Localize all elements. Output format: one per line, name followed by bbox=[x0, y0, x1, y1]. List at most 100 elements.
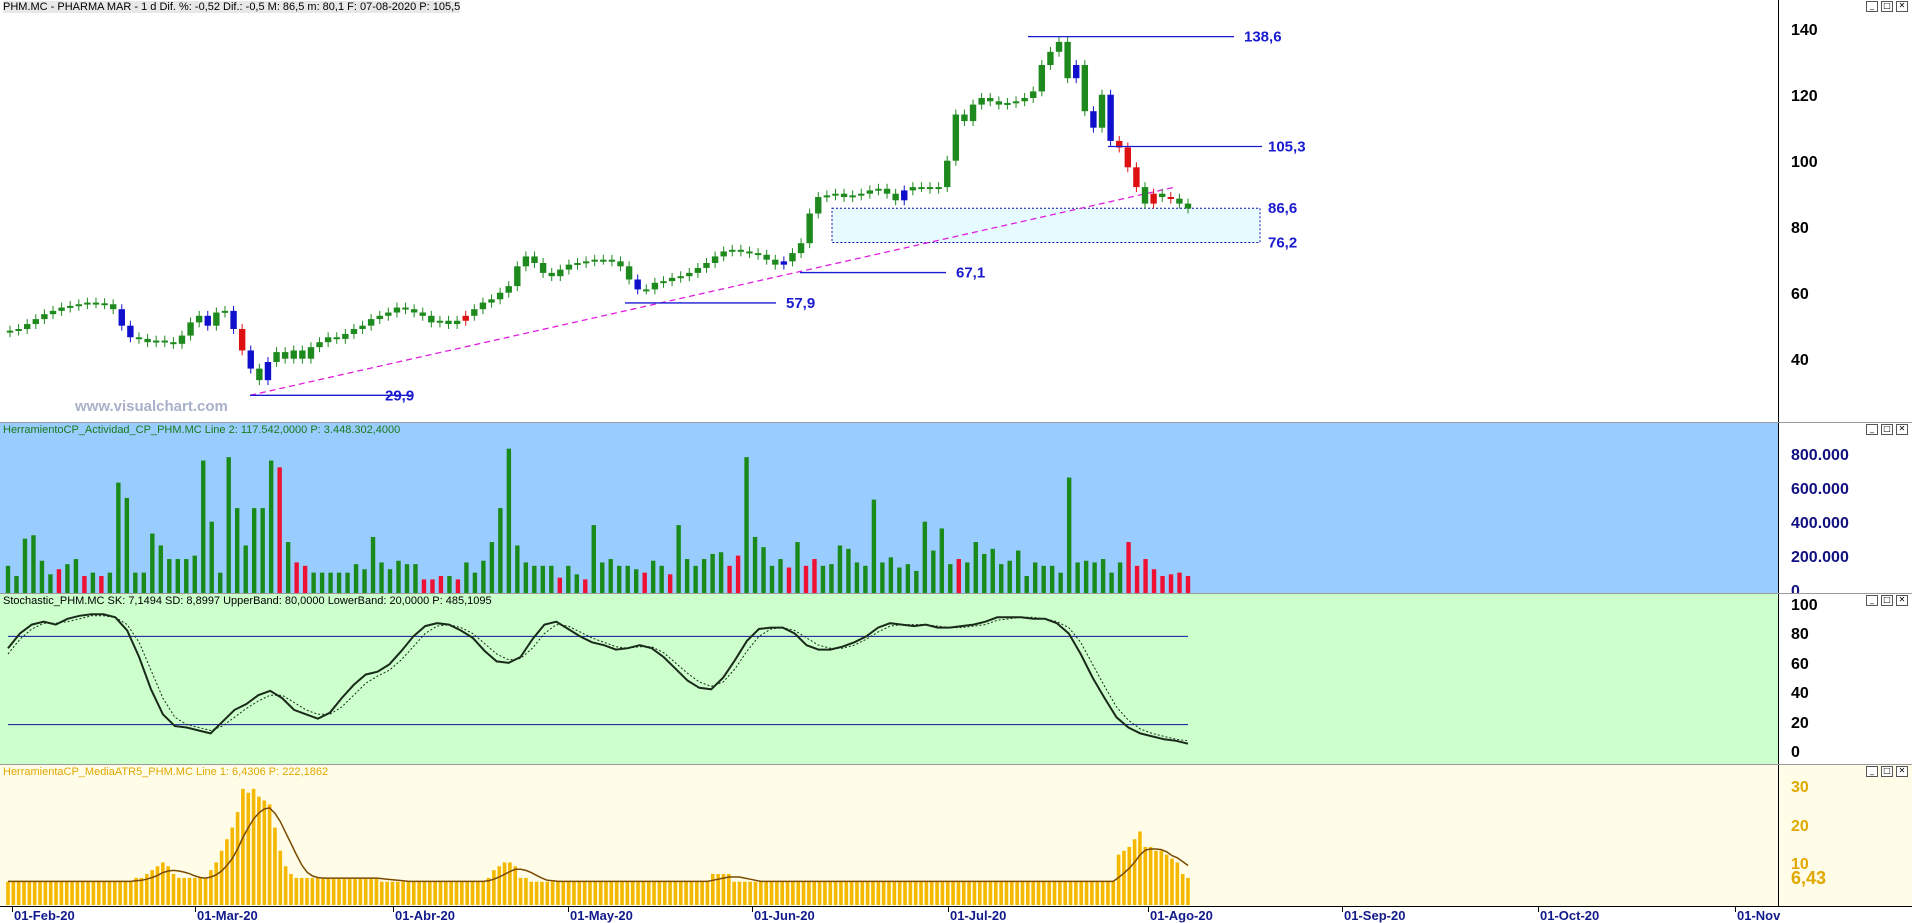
atr-bar bbox=[620, 881, 624, 905]
atr-bar bbox=[785, 881, 790, 905]
maximize-button[interactable]: □ bbox=[1881, 1, 1893, 12]
atr-bar bbox=[289, 874, 293, 905]
candle-body bbox=[462, 315, 469, 321]
volume-bar bbox=[5, 565, 11, 593]
atr-bar bbox=[369, 877, 373, 905]
candle-body bbox=[806, 213, 813, 244]
volume-bar bbox=[786, 567, 792, 593]
atr-bar bbox=[598, 881, 603, 905]
close-button[interactable]: ✕ bbox=[1896, 766, 1908, 777]
volume-bar bbox=[464, 562, 469, 593]
atr-bar bbox=[70, 881, 74, 905]
volume-bar bbox=[99, 576, 104, 593]
candle-body bbox=[789, 253, 796, 262]
atr-y-axis[interactable]: 30 20 10 6,43 bbox=[1778, 765, 1912, 906]
price-y-axis[interactable]: 140 120 100 80 60 40 bbox=[1778, 0, 1912, 422]
maximize-button[interactable]: □ bbox=[1881, 766, 1893, 777]
atr-bar bbox=[182, 877, 186, 905]
volume-bar bbox=[837, 545, 843, 593]
atr-bar bbox=[865, 881, 870, 905]
volume-bar bbox=[617, 565, 622, 593]
atr-panel-title: HerramientaCP_MediaATR5_PHM.MC Line 1: 6… bbox=[3, 766, 329, 778]
maximize-button[interactable]: □ bbox=[1881, 424, 1893, 435]
stochastic-panel-title: Stochastic_PHM.MC SK: 7,1494 SD: 8,8997 … bbox=[3, 595, 492, 607]
candle-body bbox=[617, 261, 624, 267]
close-button[interactable]: ✕ bbox=[1896, 424, 1908, 435]
volume-bar bbox=[718, 552, 724, 593]
candle-body bbox=[307, 347, 315, 359]
atr-panel[interactable]: HerramientaCP_MediaATR5_PHM.MC Line 1: 6… bbox=[0, 765, 1912, 906]
atr-bar bbox=[428, 881, 432, 905]
stochastic-chart[interactable] bbox=[0, 594, 1778, 765]
close-button[interactable]: ✕ bbox=[1896, 1, 1908, 12]
candle-body bbox=[1098, 94, 1106, 128]
atr-bar bbox=[1026, 881, 1030, 905]
stochastic-y-axis[interactable]: 100 80 60 40 20 0 bbox=[1778, 594, 1912, 764]
candle-body bbox=[505, 286, 512, 293]
atr-bar bbox=[278, 850, 283, 905]
candle-body bbox=[178, 335, 186, 344]
volume-bar bbox=[158, 545, 164, 593]
candle-body bbox=[522, 256, 530, 267]
atr-bar bbox=[54, 881, 58, 905]
atr-bar bbox=[235, 812, 240, 905]
volume-panel[interactable]: HerramientoCP_Actividad_CP_PHM.MC Line 2… bbox=[0, 423, 1912, 594]
volume-tick-label: 600.000 bbox=[1791, 481, 1849, 499]
atr-bar bbox=[444, 881, 448, 905]
volume-bar bbox=[472, 572, 478, 593]
atr-chart[interactable] bbox=[0, 765, 1778, 906]
volume-bar bbox=[260, 508, 265, 593]
atr-bar bbox=[801, 881, 806, 905]
minimize-button[interactable]: _ bbox=[1866, 766, 1878, 777]
atr-bar bbox=[518, 877, 523, 905]
volume-bar bbox=[710, 553, 715, 593]
volume-bar bbox=[752, 536, 758, 593]
atr-bar bbox=[956, 881, 961, 905]
atr-bar bbox=[871, 881, 875, 905]
atr-bar bbox=[1010, 881, 1014, 905]
price-chart[interactable]: 138,6 105,3 86,6 76,2 67,1 57,9 29,9 bbox=[0, 0, 1778, 423]
minimize-button[interactable]: _ bbox=[1866, 595, 1878, 606]
volume-bar bbox=[226, 457, 231, 593]
volume-bar bbox=[201, 460, 206, 593]
candle-body bbox=[780, 261, 788, 265]
atr-bar bbox=[96, 881, 101, 905]
atr-bar bbox=[315, 877, 320, 905]
minimize-button[interactable]: _ bbox=[1866, 424, 1878, 435]
atr-bar bbox=[1095, 881, 1100, 905]
atr-bar bbox=[6, 881, 10, 905]
date-axis[interactable]: 01-Feb-20 01-Mar-20 01-Abr-20 01-May-20 01-J… bbox=[0, 906, 1912, 923]
volume-bar bbox=[1126, 542, 1131, 593]
watermark: www.visualchart.com bbox=[75, 398, 228, 415]
close-button[interactable]: ✕ bbox=[1896, 595, 1908, 606]
price-panel[interactable]: PHM.MC - PHARMA MAR - 1 d Dif. %: -0,52 … bbox=[0, 0, 1912, 423]
atr-bar bbox=[1106, 881, 1110, 905]
stochastic-panel[interactable]: Stochastic_PHM.MC SK: 7,1494 SD: 8,8997 … bbox=[0, 594, 1912, 765]
candle-body bbox=[883, 188, 891, 194]
minimize-button[interactable]: _ bbox=[1866, 1, 1878, 12]
atr-bar bbox=[502, 862, 507, 905]
atr-bar bbox=[1186, 877, 1190, 905]
volume-bar bbox=[727, 565, 732, 593]
volume-bar bbox=[404, 564, 410, 593]
volume-chart[interactable] bbox=[0, 423, 1778, 594]
candle-body bbox=[23, 324, 31, 329]
atr-bar bbox=[924, 881, 929, 905]
volume-bar bbox=[302, 565, 308, 593]
volume-bar bbox=[336, 572, 342, 593]
date-tick-mark bbox=[1342, 907, 1343, 912]
maximize-button[interactable]: □ bbox=[1881, 595, 1893, 606]
atr-bar bbox=[1074, 881, 1078, 905]
date-tick-label: 01-Jul-20 bbox=[950, 908, 1007, 923]
atr-bar bbox=[604, 881, 608, 905]
volume-bar bbox=[48, 574, 53, 593]
candle-body bbox=[600, 259, 607, 262]
candle-body bbox=[436, 320, 444, 323]
atr-bar bbox=[449, 881, 453, 905]
atr-bar bbox=[80, 881, 85, 905]
volume-bar bbox=[803, 565, 809, 593]
volume-bar bbox=[116, 482, 121, 593]
volume-y-axis[interactable]: 800.000 600.000 400.000 200.000 0 bbox=[1778, 423, 1912, 593]
candle-body bbox=[677, 276, 684, 279]
level-label: 29,9 bbox=[385, 387, 414, 404]
